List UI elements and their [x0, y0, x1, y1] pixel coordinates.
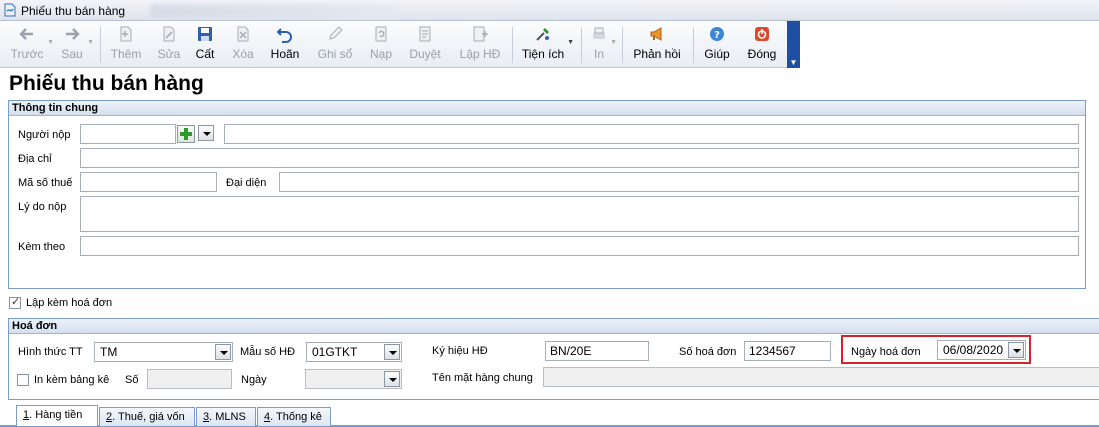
- list-no-input[interactable]: [147, 369, 232, 389]
- title-bar: Phiếu thu bán hàng: [0, 0, 1099, 21]
- highlight-box: [841, 335, 1031, 364]
- template-label: Mẫu số HĐ: [240, 346, 296, 358]
- undo-icon: [276, 28, 292, 43]
- list-date-label: Ngày: [241, 374, 267, 386]
- print-button[interactable]: In ▼: [585, 21, 617, 67]
- payment-method-select[interactable]: TM: [94, 342, 233, 362]
- tax-code-input[interactable]: [80, 172, 217, 192]
- payer-name-input[interactable]: [224, 124, 1079, 144]
- arrow-right-icon: [66, 28, 80, 40]
- help-button[interactable]: ? Giúp: [700, 21, 734, 67]
- list-no-label: Số: [125, 374, 139, 386]
- edit-button[interactable]: Sửa: [152, 21, 186, 67]
- tax-code-label: Mã số thuế: [18, 177, 73, 189]
- save-icon: [198, 27, 212, 41]
- invoice-number-label: Số hoá đơn: [679, 346, 737, 358]
- template-select[interactable]: 01GTKT: [306, 342, 402, 362]
- tab-items-money[interactable]: 1. Hàng tiền: [16, 405, 98, 426]
- next-button[interactable]: Sau ▼: [54, 21, 94, 67]
- window-title: Phiếu thu bán hàng: [21, 4, 126, 18]
- toolbar-overflow-button[interactable]: ▼: [787, 21, 800, 68]
- add-document-icon: [120, 26, 132, 42]
- reason-input[interactable]: [80, 196, 1079, 232]
- approve-icon: [419, 26, 431, 42]
- megaphone-icon: [650, 27, 662, 41]
- common-item-label: Tên mặt hàng chung: [432, 372, 533, 384]
- address-label: Địa chỉ: [18, 153, 52, 165]
- save-button[interactable]: Cất: [190, 21, 220, 67]
- chevron-down-icon: ▼: [789, 58, 798, 67]
- pencil-icon: [329, 26, 343, 40]
- utilities-button[interactable]: Tiện ích ▼: [518, 21, 574, 67]
- tab-tax-cost[interactable]: 2. Thuế, giá vốn: [99, 407, 195, 426]
- payer-dropdown[interactable]: [196, 124, 216, 144]
- help-icon: ?: [710, 27, 724, 41]
- create-with-invoice-label: Lập kèm hoá đơn: [26, 297, 113, 309]
- post-ledger-button[interactable]: Ghi sổ: [313, 21, 357, 67]
- approve-button[interactable]: Duyệt: [404, 21, 446, 67]
- invoice-number-input[interactable]: 1234567: [744, 341, 831, 361]
- prev-button[interactable]: Trước ▼: [4, 21, 54, 67]
- printer-icon: [593, 27, 605, 39]
- plus-icon: [180, 128, 192, 140]
- common-item-input[interactable]: [543, 367, 1099, 387]
- invoice-heading: Hoá đơn: [9, 319, 1099, 334]
- representative-label: Đại diện: [226, 177, 267, 189]
- close-icon: [755, 27, 769, 41]
- reload-icon: [375, 26, 387, 42]
- attachment-input[interactable]: [80, 236, 1079, 256]
- general-info-heading: Thông tin chung: [9, 101, 1085, 116]
- page-title: Phiếu thu bán hàng: [9, 72, 204, 95]
- add-payer-button[interactable]: [177, 125, 195, 143]
- toolbar: Trước ▼ Sau ▼ Thêm Sửa Cất Xóa Hoãn Ghi sổ…: [0, 21, 800, 68]
- delete-button[interactable]: Xóa: [226, 21, 260, 67]
- close-button[interactable]: Đóng: [743, 21, 781, 67]
- symbol-label: Ký hiệu HĐ: [432, 345, 488, 357]
- app-icon: [4, 3, 16, 17]
- print-list-label: In kèm bảng kê: [34, 374, 110, 386]
- create-invoice-icon: [473, 26, 488, 42]
- tab-mlns[interactable]: 3. MLNS: [196, 407, 256, 426]
- svg-text:?: ?: [714, 30, 720, 41]
- feedback-button[interactable]: Phản hồi: [630, 21, 684, 67]
- representative-input[interactable]: [279, 172, 1079, 192]
- list-date-picker[interactable]: [305, 369, 402, 389]
- edit-document-icon: [163, 26, 175, 42]
- payer-label: Người nộp: [18, 129, 71, 141]
- tools-icon: [536, 28, 549, 41]
- postpone-button[interactable]: Hoãn: [266, 21, 304, 67]
- create-with-invoice-checkbox[interactable]: [9, 295, 21, 309]
- address-input[interactable]: [80, 148, 1079, 168]
- create-invoice-button[interactable]: Lập HĐ: [455, 21, 505, 67]
- arrow-left-icon: [19, 28, 33, 40]
- add-button[interactable]: Thêm: [107, 21, 145, 67]
- symbol-input[interactable]: BN/20E: [545, 341, 649, 361]
- attachment-label: Kèm theo: [18, 241, 66, 253]
- print-list-checkbox[interactable]: [17, 374, 29, 386]
- tab-statistics[interactable]: 4. Thống kê: [257, 407, 331, 426]
- payer-code-input[interactable]: [80, 124, 176, 144]
- reason-label: Lý do nộp: [18, 201, 67, 213]
- payment-method-label: Hình thức TT: [18, 346, 83, 358]
- reload-button[interactable]: Nạp: [364, 21, 398, 67]
- delete-icon: [237, 26, 249, 42]
- detail-tabs: 1. Hàng tiền 2. Thuế, giá vốn 3. MLNS 4.…: [0, 405, 1099, 427]
